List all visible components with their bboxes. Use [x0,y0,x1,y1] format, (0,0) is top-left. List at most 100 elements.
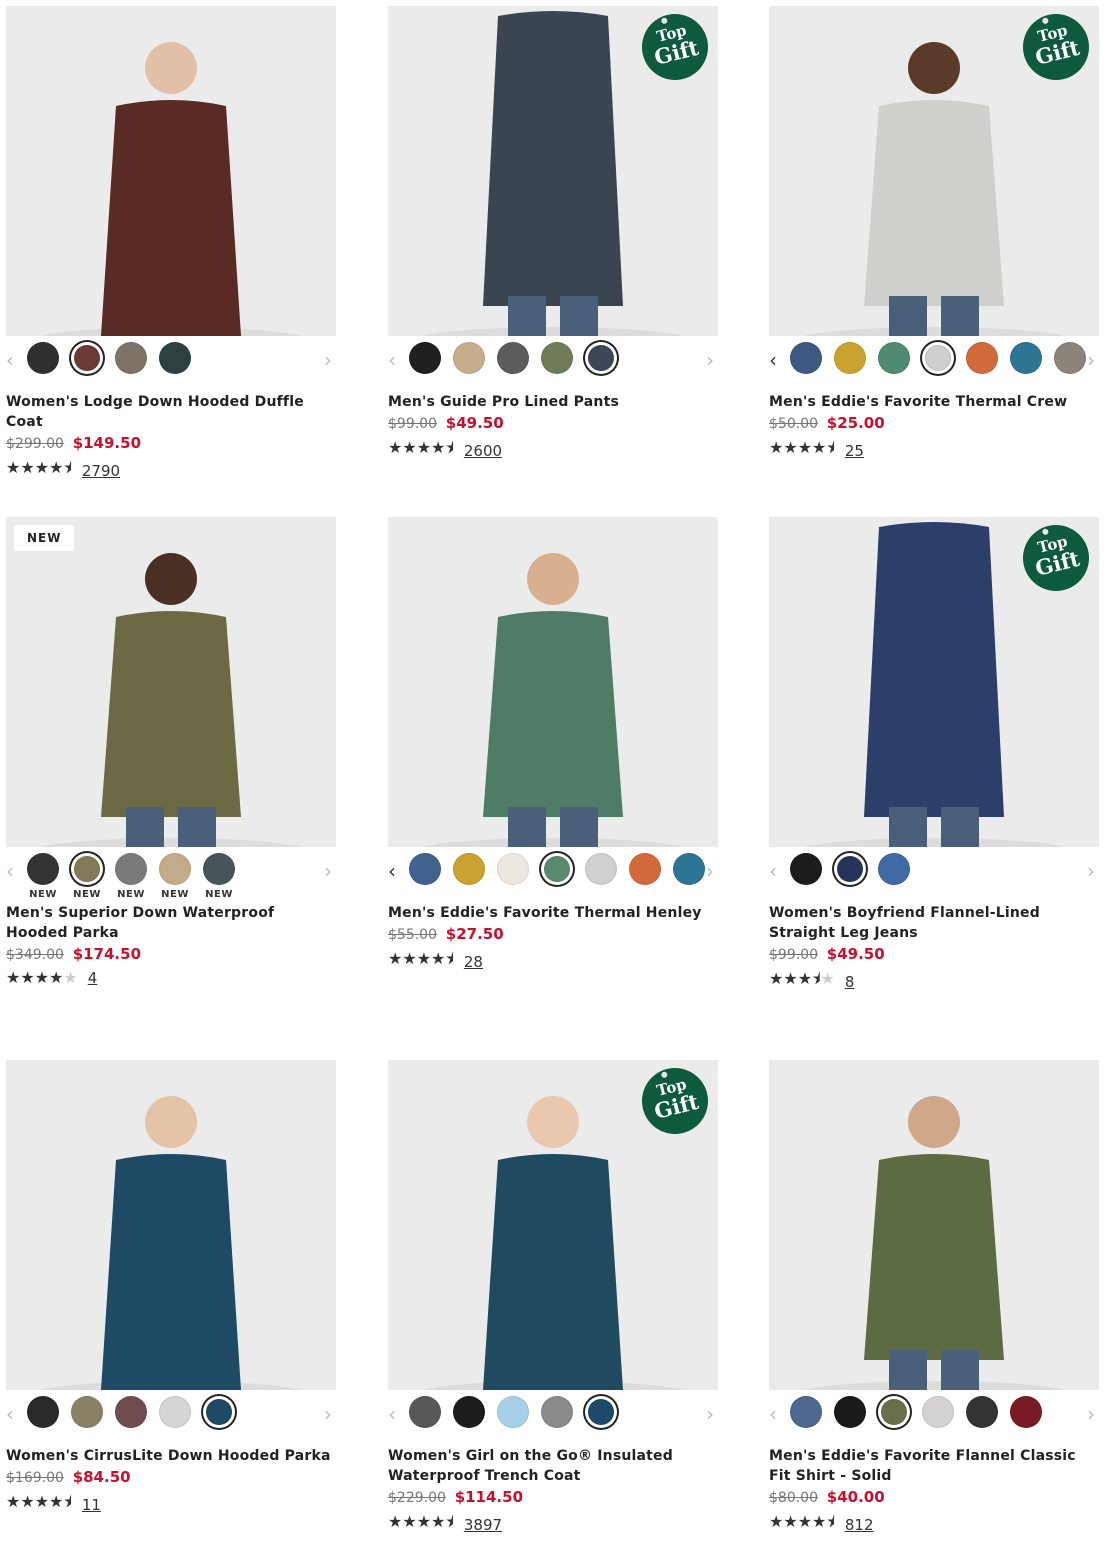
chevron-right-icon[interactable]: › [706,1404,714,1424]
chevron-right-icon[interactable]: › [706,350,714,370]
color-swatch[interactable] [789,853,823,885]
color-swatch[interactable] [584,342,618,374]
color-swatch[interactable] [965,1396,999,1428]
chevron-left-icon[interactable]: ‹ [6,861,14,881]
chevron-right-icon[interactable]: › [324,350,332,370]
color-swatch[interactable] [628,853,662,885]
color-swatch[interactable] [877,1396,911,1428]
product-image[interactable]: Top Gift [388,6,718,336]
color-swatch[interactable] [833,342,867,374]
chevron-right-icon[interactable]: › [324,1404,332,1424]
swatch-dot [409,853,441,885]
review-count-link[interactable]: 28 [464,953,483,971]
color-swatch[interactable] [158,342,192,374]
color-swatch[interactable] [833,853,867,885]
color-swatch[interactable] [452,853,486,885]
color-swatch[interactable]: NEW [158,853,192,900]
color-swatch[interactable] [1009,1396,1043,1428]
product-image[interactable] [388,517,718,847]
color-swatch[interactable] [70,342,104,374]
chevron-right-icon[interactable]: › [1087,1404,1095,1424]
color-swatch[interactable]: NEW [26,853,60,900]
product-image[interactable] [769,1060,1099,1390]
color-swatch[interactable] [408,853,442,885]
product-title[interactable]: Men's Guide Pro Lined Pants [388,392,718,412]
product-image[interactable] [6,1060,336,1390]
review-count-link[interactable]: 25 [845,442,864,460]
chevron-right-icon[interactable]: › [324,861,332,881]
product-image[interactable]: Top Gift [388,1060,718,1390]
color-swatch[interactable] [452,342,486,374]
product-image[interactable]: Top Gift [769,6,1099,336]
review-count-link[interactable]: 4 [88,969,98,987]
review-count-link[interactable]: 2600 [464,442,502,460]
color-swatch[interactable] [452,1396,486,1428]
color-swatch[interactable] [408,342,442,374]
color-swatch-row: ‹ NEW NEW NEW NEW NEW › [6,853,336,900]
product-image[interactable]: Top Gift [769,517,1099,847]
product-image[interactable] [6,6,336,336]
product-title[interactable]: Women's Girl on the Go® Insulated Waterp… [388,1446,718,1486]
swatch-dot [878,342,910,374]
color-swatch[interactable]: NEW [70,853,104,900]
color-swatch[interactable] [70,1396,104,1428]
color-swatch[interactable] [26,342,60,374]
product-title[interactable]: Men's Superior Down Waterproof Hooded Pa… [6,903,336,943]
color-swatch[interactable] [202,1396,236,1428]
chevron-left-icon[interactable]: ‹ [388,350,396,370]
chevron-left-icon[interactable]: ‹ [388,861,396,881]
chevron-left-icon[interactable]: ‹ [769,350,777,370]
chevron-left-icon[interactable]: ‹ [6,350,14,370]
chevron-right-icon[interactable]: › [706,861,714,881]
color-swatch[interactable] [584,1396,618,1428]
color-swatch[interactable] [496,342,530,374]
review-count-link[interactable]: 11 [82,1496,101,1514]
product-title[interactable]: Men's Eddie's Favorite Thermal Crew [769,392,1099,412]
review-count-link[interactable]: 2790 [82,462,120,480]
color-swatch[interactable] [877,853,911,885]
color-swatch[interactable] [540,1396,574,1428]
product-image[interactable]: NEW [6,517,336,847]
swatch-dot [453,853,485,885]
color-swatch[interactable] [540,853,574,885]
color-swatch[interactable]: NEW [114,853,148,900]
color-swatch[interactable] [26,1396,60,1428]
color-swatch[interactable] [921,1396,955,1428]
review-count-link[interactable]: 3897 [464,1516,502,1534]
product-title[interactable]: Women's CirrusLite Down Hooded Parka [6,1446,336,1466]
color-swatch[interactable] [921,342,955,374]
product-card: ‹ › Men's Eddie's Favorite Thermal Henle… [388,517,718,975]
color-swatch[interactable] [789,342,823,374]
color-swatch[interactable] [672,853,706,885]
color-swatch[interactable] [158,1396,192,1428]
chevron-right-icon[interactable]: › [1087,350,1095,370]
color-swatch[interactable]: NEW [202,853,236,900]
chevron-left-icon[interactable]: ‹ [388,1404,396,1424]
color-swatch[interactable] [1053,342,1087,374]
product-title[interactable]: Men's Eddie's Favorite Thermal Henley [388,903,718,923]
color-swatch[interactable] [408,1396,442,1428]
color-swatch[interactable] [496,1396,530,1428]
chevron-right-icon[interactable]: › [1087,861,1095,881]
chevron-left-icon[interactable]: ‹ [769,861,777,881]
color-swatch[interactable] [789,1396,823,1428]
chevron-left-icon[interactable]: ‹ [769,1404,777,1424]
color-swatch[interactable] [496,853,530,885]
color-swatch[interactable] [584,853,618,885]
original-price: $50.00 [769,416,818,432]
rating-row: ★★★★⯨ 2600 [388,437,718,464]
color-swatch[interactable] [540,342,574,374]
color-swatch[interactable] [833,1396,867,1428]
review-count-link[interactable]: 812 [845,1516,874,1534]
product-title[interactable]: Women's Boyfriend Flannel-Lined Straight… [769,903,1099,943]
review-count-link[interactable]: 8 [845,973,855,991]
color-swatch[interactable] [114,342,148,374]
color-swatch[interactable] [877,342,911,374]
product-photo [40,553,302,847]
chevron-left-icon[interactable]: ‹ [6,1404,14,1424]
color-swatch[interactable] [114,1396,148,1428]
product-title[interactable]: Women's Lodge Down Hooded Duffle Coat [6,392,336,432]
color-swatch[interactable] [1009,342,1043,374]
color-swatch[interactable] [965,342,999,374]
product-title[interactable]: Men's Eddie's Favorite Flannel Classic F… [769,1446,1099,1486]
